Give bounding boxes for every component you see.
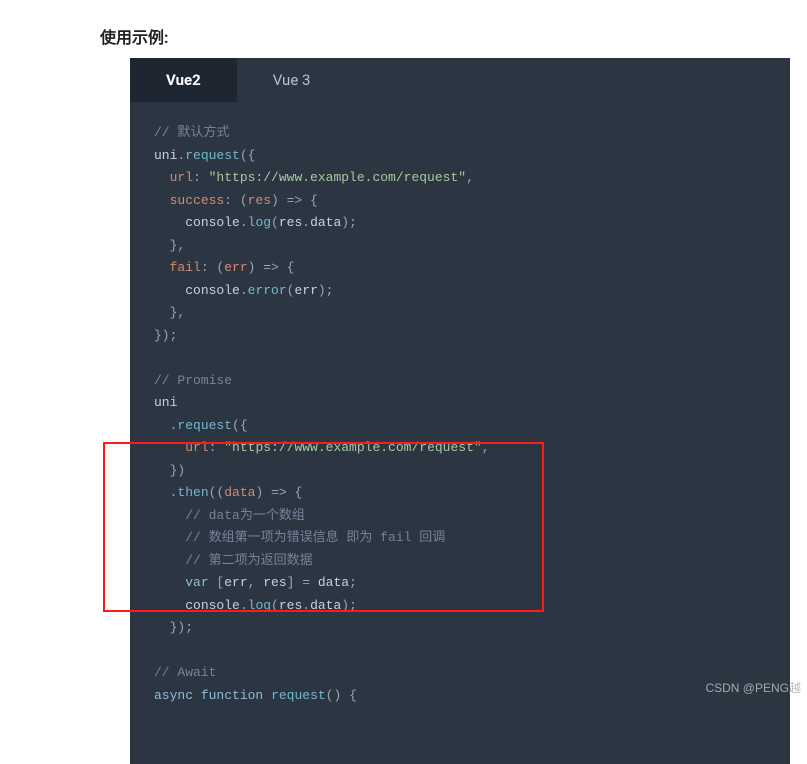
code-comment: // 默认方式 <box>154 125 229 140</box>
code-token: uni <box>154 148 177 163</box>
tab-bar: Vue2 Vue 3 <box>130 58 790 102</box>
tab-vue2[interactable]: Vue2 <box>130 58 237 102</box>
tab-vue3[interactable]: Vue 3 <box>237 58 347 102</box>
section-heading: 使用示例: <box>0 0 807 58</box>
code-editor: Vue2 Vue 3 // 默认方式 uni.request({ url: "h… <box>130 58 790 764</box>
watermark: CSDN @PENG越 <box>705 679 801 696</box>
code-block: // 默认方式 uni.request({ url: "https://www.… <box>130 102 790 764</box>
